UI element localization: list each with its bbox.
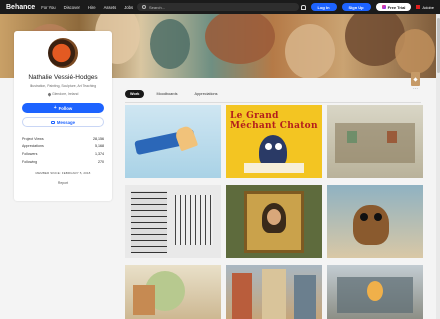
- stat-row[interactable]: Following 270: [22, 158, 104, 166]
- tabs-divider: [125, 102, 421, 103]
- top-navbar: Behance For You Discover Hire Assets Job…: [0, 0, 440, 14]
- stat-label: Appreciations: [22, 144, 44, 149]
- message-button[interactable]: Message: [22, 117, 104, 127]
- project-thumbnail[interactable]: Le Grand Méchant Chaton: [226, 105, 322, 178]
- profile-name: Nathalie Vessié-Hodges: [28, 74, 98, 81]
- member-since: MEMBER SINCE: FEBRUARY 5, 2018: [35, 171, 91, 176]
- project-thumbnail[interactable]: [226, 265, 322, 319]
- nav-discover[interactable]: Discover: [64, 5, 80, 10]
- plus-icon: +: [53, 104, 57, 111]
- tab-work[interactable]: Work: [125, 90, 145, 98]
- tab-appreciations[interactable]: Appreciations: [190, 90, 223, 98]
- stat-row: Project Views 28,156: [22, 135, 104, 143]
- free-trial-button[interactable]: Free Trial: [375, 3, 412, 11]
- login-button[interactable]: Log In: [310, 3, 337, 11]
- adobe-link[interactable]: Adobe: [416, 5, 434, 10]
- nav-for-you[interactable]: For You: [41, 5, 55, 10]
- follow-button[interactable]: + Follow: [22, 103, 104, 113]
- stat-label: Project Views: [22, 136, 44, 141]
- notifications-icon[interactable]: [300, 4, 306, 10]
- report-link[interactable]: Report: [14, 181, 112, 185]
- signup-button[interactable]: Sign Up: [341, 3, 371, 11]
- tab-moodboards[interactable]: Moodboards: [151, 90, 182, 98]
- share-icon: [413, 76, 418, 82]
- free-trial-label: Free Trial: [387, 4, 406, 10]
- stat-value: 270: [98, 159, 104, 164]
- project-thumbnail[interactable]: [226, 185, 322, 258]
- scrollbar-thumb[interactable]: [436, 18, 440, 73]
- project-thumbnail[interactable]: [327, 105, 423, 178]
- creative-cloud-icon: [381, 5, 386, 9]
- stat-label: Following: [22, 159, 38, 164]
- stat-label: Followers: [22, 151, 38, 156]
- nav-hire[interactable]: Hire: [88, 5, 96, 10]
- search-input[interactable]: Search...: [137, 3, 299, 11]
- share-button[interactable]: [411, 72, 420, 86]
- nav-assets[interactable]: Assets: [104, 5, 117, 10]
- stat-value: 5,168: [95, 144, 104, 149]
- project-thumbnail[interactable]: [327, 185, 423, 258]
- adobe-icon: [416, 5, 421, 9]
- nav-jobs[interactable]: Jobs: [124, 5, 133, 10]
- search-icon: [142, 5, 146, 9]
- stat-value: 28,156: [93, 136, 104, 141]
- message-icon: [50, 120, 55, 124]
- location-pin-icon: [47, 91, 52, 97]
- stat-row: Appreciations 5,168: [22, 143, 104, 151]
- stat-row[interactable]: Followers 1,374: [22, 150, 104, 158]
- stat-value: 1,374: [95, 151, 104, 156]
- search-placeholder: Search...: [149, 4, 166, 10]
- adobe-label: Adobe: [422, 4, 434, 10]
- profile-stats: Project Views 28,156 Appreciations 5,168…: [22, 135, 104, 165]
- project-thumbnail[interactable]: [125, 185, 221, 258]
- project-thumbnail[interactable]: [327, 265, 423, 319]
- book-title: Le Grand Méchant Chaton: [230, 111, 318, 131]
- avatar[interactable]: [48, 38, 78, 68]
- follow-label: Follow: [58, 105, 73, 111]
- profile-card: Nathalie Vessié-Hodges Illustration, Pai…: [14, 31, 112, 201]
- more-options-icon[interactable]: ⋯: [413, 86, 418, 92]
- location-text: Glendore, Ireland: [52, 92, 79, 96]
- profile-tabs: Work Moodboards Appreciations: [125, 90, 223, 98]
- profile-skills: Illustration, Painting, Sculpture, Art T…: [29, 84, 97, 88]
- project-thumbnail[interactable]: [125, 105, 221, 178]
- profile-location: Glendore, Ireland: [14, 91, 112, 97]
- project-thumbnail[interactable]: [125, 265, 221, 319]
- message-label: Message: [56, 119, 76, 125]
- behance-logo[interactable]: Behance: [6, 4, 35, 11]
